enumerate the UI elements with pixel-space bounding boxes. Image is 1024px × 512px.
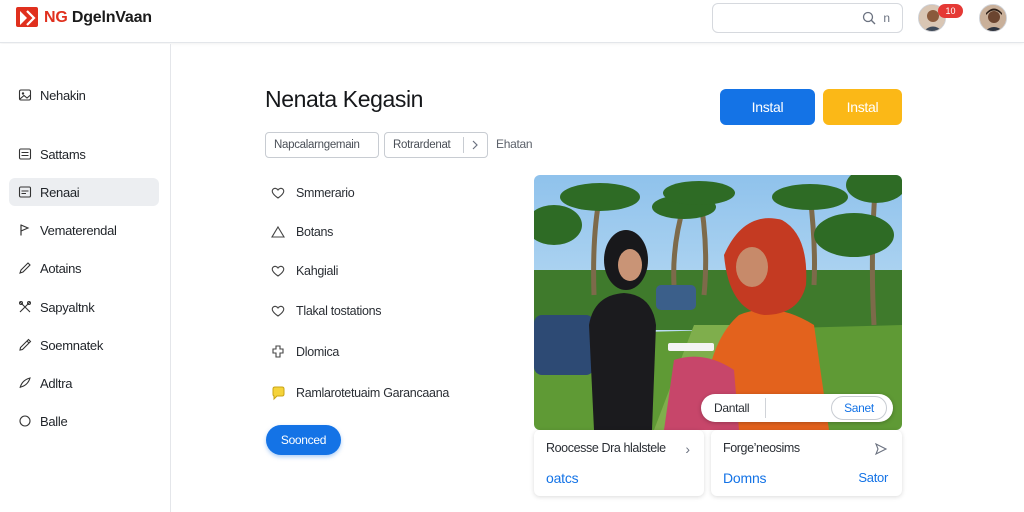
search-value: n [883,11,890,25]
feature-label: Smmerario [296,186,355,200]
install-secondary-button[interactable]: Instal [823,89,902,125]
brand-title: DgelnVaan [71,9,152,26]
feature-label: Botans [296,225,334,239]
triangle-icon [270,224,286,240]
search-icon[interactable] [862,11,876,25]
card-title: Roocesse Dra hlalstele [546,441,666,455]
sidebar-item-adltra[interactable]: Adltra [9,369,159,397]
feature-item[interactable]: Tlakal tostations [270,301,382,321]
sidebar-item-label: Renaai [40,184,80,200]
install-button[interactable]: Instal [720,89,815,125]
sidebar-item-label: Soemnatek [40,337,104,353]
filter-chip-label: Napcalarngemain [274,139,360,151]
chevron-right-icon: › [685,441,690,457]
profile-avatar-image [980,5,1006,31]
card-value: Domns [723,470,767,486]
sidebar-item-nehakin[interactable]: Nehakin [9,81,159,109]
filter-dropdown[interactable]: Rotrardenat [384,132,488,158]
overlay-label: Dantall [714,401,750,415]
hero-photo [534,175,902,430]
photo-overlay-bar: Dantall Sanet [701,394,893,422]
profile-avatar[interactable] [979,4,1007,32]
heart-icon [270,303,286,319]
search-input[interactable]: n [712,3,903,33]
feature-label: Tlakal tostations [296,304,382,318]
sidebar-item-label: Sapyaltnk [40,299,95,315]
circle-icon [18,414,32,428]
feature-label: Ramlarotetuaim Garancaana [296,386,449,400]
sidebar-item-sattams[interactable]: Sattams [9,140,159,168]
feather-icon [18,376,32,390]
overlay-action-button[interactable]: Sanet [831,396,887,420]
brand-prefix: NG [44,9,68,26]
page-title: Nenata Kegasin [265,86,424,112]
sidebar-item-aotains[interactable]: Aotains [9,254,159,282]
sidebar-item-sapyaltnk[interactable]: Sapyaltnk [9,293,159,321]
sidebar-item-label: Sattams [40,146,86,162]
card-link[interactable]: Sator [858,470,888,485]
top-bar: NG DgelnVaan n 10 [0,0,1024,43]
photo-illustration [534,175,902,430]
brand-name[interactable]: NG DgelnVaan [44,9,152,27]
sidebar-item-label: Adltra [40,375,73,391]
primary-pill-button[interactable]: Soonced [266,425,341,455]
divider [765,398,766,418]
sidebar-item-label: Aotains [40,260,82,276]
sidebar-item-label: Balle [40,413,68,429]
chevron-right-icon [472,140,478,150]
heart-icon [270,263,286,279]
grid-icon [18,147,32,161]
flag-icon [18,223,32,237]
card-value: oatcs [546,470,579,486]
notification-badge[interactable]: 10 [938,4,963,18]
info-card[interactable]: Forge’neosims Domns Sator [711,430,902,496]
send-icon [874,442,888,456]
feature-item[interactable]: Ramlarotetuaim Garancaana [270,383,449,403]
sidebar: Nehakin Sattams Renaai Vematerendal Aota… [0,44,171,512]
info-card[interactable]: Roocesse Dra hlalstele › oatcs [534,430,704,496]
puzzle-icon [270,344,286,360]
feature-item[interactable]: Dlomica [270,342,339,362]
heart-outline-icon [270,185,286,201]
tools-icon [18,300,32,314]
sidebar-item-label: Nehakin [40,87,86,103]
sidebar-item-label: Vematerendal [40,222,117,238]
feature-item[interactable]: Kahgiali [270,261,338,281]
feature-item[interactable]: Smmerario [270,183,355,203]
filter-dropdown-label: Rotrardenat [393,139,451,151]
pen-icon [18,338,32,352]
sidebar-item-soemnatek[interactable]: Soemnatek [9,331,159,359]
filter-chip[interactable]: Napcalarngemain [265,132,379,158]
feature-item[interactable]: Botans [270,222,333,242]
feature-label: Dlomica [296,345,340,359]
logo-icon [16,7,38,27]
feature-label: Kahgiali [296,264,339,278]
image-icon [18,88,32,102]
chat-icon [270,385,286,401]
card-title: Forge’neosims [723,441,800,455]
filter-link[interactable]: Ehatan [496,137,533,151]
list-icon [18,185,32,199]
sidebar-item-balle[interactable]: Balle [9,407,159,435]
sidebar-item-vematerendal[interactable]: Vematerendal [9,216,159,244]
sidebar-item-renaai[interactable]: Renaai [9,178,159,206]
pencil-icon [18,261,32,275]
divider [463,137,465,153]
